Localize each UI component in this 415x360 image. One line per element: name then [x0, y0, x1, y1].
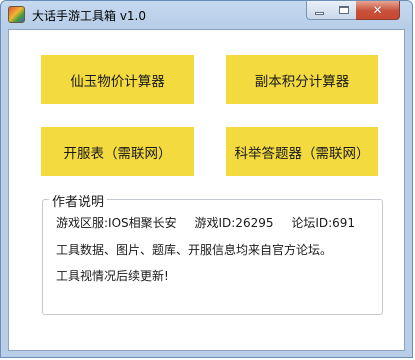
minimize-icon [314, 11, 324, 15]
title-bar[interactable]: 大话手游工具箱 v1.0 ✕ [1, 1, 412, 29]
dungeon-points-calculator-button[interactable]: 副本积分计算器 [226, 55, 378, 104]
window-title: 大话手游工具箱 v1.0 [32, 9, 147, 23]
game-id-text: 游戏ID:26295 [194, 216, 274, 230]
author-notes-title: 作者说明 [49, 191, 108, 210]
xianyu-price-calculator-button[interactable]: 仙玉物价计算器 [41, 55, 194, 104]
app-icon[interactable] [8, 6, 25, 23]
author-info-line: 游戏区服:IOS相聚长安 游戏ID:26295 论坛ID:691 [56, 214, 355, 231]
close-button[interactable]: ✕ [356, 1, 400, 20]
app-window: 大话手游工具箱 v1.0 ✕ 仙玉物价计算器 副本积分计算器 开服表（需联网） … [0, 0, 413, 358]
update-note-text: 工具视情况后续更新! [56, 269, 169, 283]
forum-id-text: 论坛ID:691 [291, 216, 356, 230]
game-server-text: 游戏区服:IOS相聚长安 [56, 216, 177, 230]
close-icon: ✕ [372, 3, 383, 17]
author-notes-group: 作者说明 游戏区服:IOS相聚长安 游戏ID:26295 论坛ID:691 工具… [42, 191, 383, 315]
main-panel: 仙玉物价计算器 副本积分计算器 开服表（需联网） 科举答题器（需联网） 作者说明… [8, 29, 405, 351]
maximize-icon [338, 6, 349, 14]
server-schedule-button[interactable]: 开服表（需联网） [41, 127, 194, 176]
data-source-text: 工具数据、图片、题库、开服信息均来自官方论坛。 [56, 243, 333, 257]
exam-answer-button[interactable]: 科举答题器（需联网） [226, 127, 378, 176]
maximize-button[interactable] [331, 1, 357, 20]
minimize-button[interactable] [306, 1, 332, 20]
